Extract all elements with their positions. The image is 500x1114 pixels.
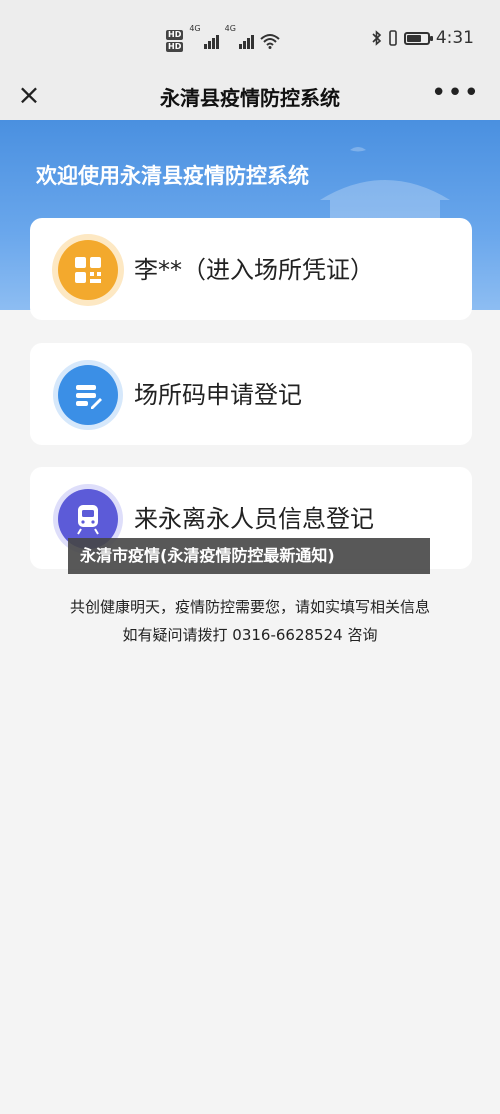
venue-code-card[interactable]: 场所码申请登记	[30, 343, 472, 445]
travel-register-label: 来永离永人员信息登记	[134, 505, 374, 533]
hd-icon: HD HD	[166, 30, 184, 52]
clock: 4:31	[435, 28, 474, 48]
qr-code-icon	[58, 240, 118, 300]
vibrate-icon	[389, 30, 397, 46]
entry-voucher-card[interactable]: 李**（进入场所凭证）	[30, 218, 472, 320]
caption-overlay: 永清市疫情(永清疫情防控最新通知)	[68, 538, 430, 574]
welcome-text: 欢迎使用永清县疫情防控系统	[36, 164, 309, 188]
status-bar: HD HD 4G 4G 4:31	[0, 0, 500, 72]
bluetooth-icon	[372, 30, 381, 46]
more-options-icon[interactable]: •••	[431, 78, 480, 108]
status-right: 4:31	[372, 28, 474, 48]
nav-bar: × 永清县疫情防控系统 •••	[0, 72, 500, 120]
battery-icon	[403, 31, 433, 45]
page-title: 永清县疫情防控系统	[160, 86, 340, 110]
footer-contact: 如有疑问请拨打 0316-6628524 咨询	[122, 626, 378, 644]
signal-icon	[203, 33, 219, 49]
network-label-1: 4G	[189, 24, 201, 33]
network-label-2: 4G	[224, 24, 236, 33]
entry-voucher-label: 李**（进入场所凭证）	[134, 256, 374, 284]
edit-form-icon	[58, 365, 118, 425]
venue-code-label: 场所码申请登记	[134, 381, 302, 409]
wifi-icon	[260, 34, 280, 49]
footer-notice: 共创健康明天，疫情防控需要您，请如实填写相关信息	[69, 598, 430, 616]
signal-icon-2	[238, 33, 254, 49]
status-icons: HD HD 4G 4G	[166, 24, 280, 58]
